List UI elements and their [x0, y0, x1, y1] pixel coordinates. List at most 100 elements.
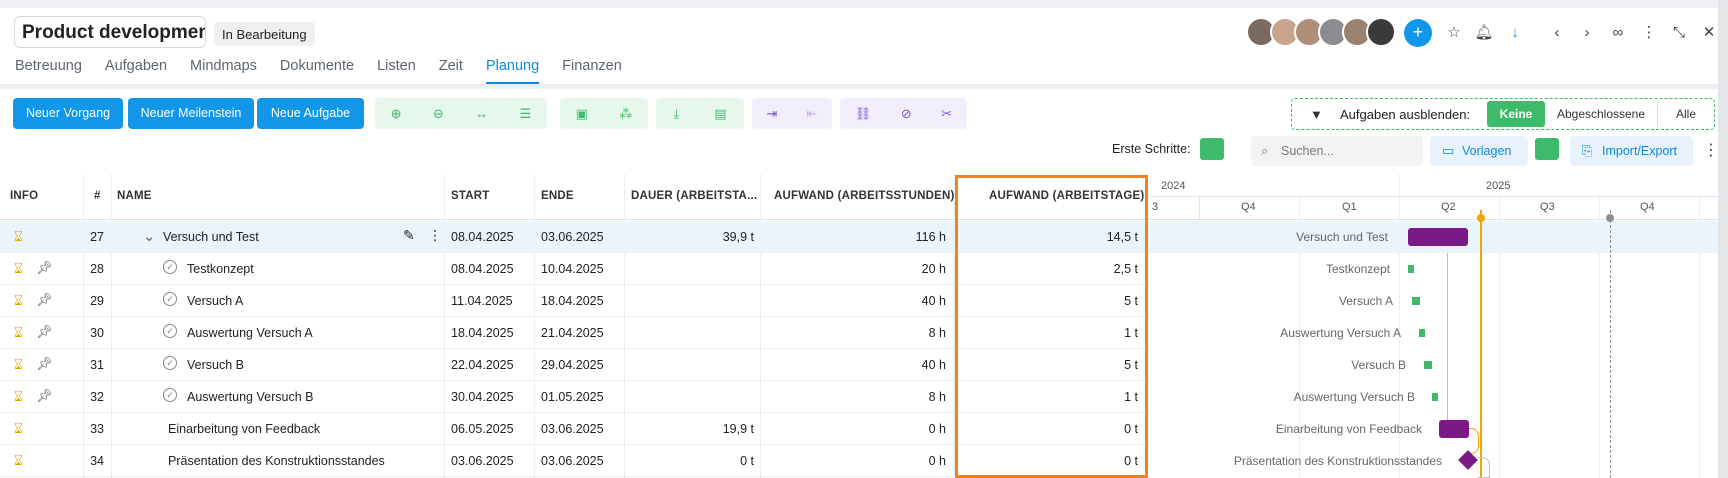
task-name[interactable]: Auswertung Versuch B: [187, 390, 313, 404]
start-date[interactable]: 11.04.2025: [451, 294, 513, 308]
clapperboard-icon[interactable]: [1200, 138, 1224, 160]
tab-aufgaben[interactable]: Aufgaben: [105, 58, 167, 84]
column-header-effort-hours[interactable]: AUFWAND (ARBEITSSTUNDEN): [774, 190, 954, 202]
network-icon[interactable]: ⁂: [619, 106, 632, 122]
effort-days-value[interactable]: 1 t: [954, 390, 1138, 404]
link-icon[interactable]: ∞: [1607, 22, 1629, 44]
column-header-end[interactable]: ENDE: [541, 190, 574, 202]
member-avatars[interactable]: [1246, 17, 1396, 47]
check-circle-icon[interactable]: ✓: [163, 292, 177, 306]
effort-hours-value[interactable]: 40 h: [760, 294, 946, 308]
task-name[interactable]: Präsentation des Konstruktionsstandes: [168, 454, 385, 468]
check-circle-icon[interactable]: ✓: [163, 388, 177, 402]
check-circle-icon[interactable]: ✓: [163, 324, 177, 338]
search-input[interactable]: [1281, 141, 1416, 161]
effort-days-value[interactable]: 0 t: [954, 454, 1138, 468]
duration-value[interactable]: 19,9 t: [624, 422, 754, 436]
table-row[interactable]: ⌛︎ 27 ⌄ Versuch und Test ✎ ⋮ 08.04.2025 …: [0, 221, 1150, 253]
tab-mindmaps[interactable]: Mindmaps: [190, 58, 257, 84]
new-process-button[interactable]: Neuer Vorgang: [13, 98, 123, 129]
more-options-icon[interactable]: ⋮: [1703, 140, 1719, 160]
import-export-button[interactable]: ⎘ Import/Export: [1570, 136, 1693, 166]
collapse-icon[interactable]: ⤡: [1668, 22, 1690, 44]
expand-icon[interactable]: ☰: [520, 106, 532, 122]
camera-icon[interactable]: ▣: [576, 106, 588, 122]
effort-days-value[interactable]: 14,5 t: [954, 230, 1138, 244]
project-title[interactable]: Product development D: [14, 16, 206, 48]
arrow-down-icon[interactable]: ↓: [1504, 22, 1526, 44]
end-date[interactable]: 10.04.2025: [541, 262, 604, 276]
end-date[interactable]: 18.04.2025: [541, 294, 604, 308]
duration-value[interactable]: 0 t: [624, 454, 754, 468]
pin-icon[interactable]: 📌︎: [36, 324, 53, 340]
check-circle-icon[interactable]: ✓: [163, 260, 177, 274]
outdent-icon[interactable]: ⇤: [807, 106, 818, 122]
column-header-number[interactable]: #: [94, 190, 101, 202]
end-date[interactable]: 03.06.2025: [541, 454, 604, 468]
gantt-task-bar[interactable]: [1419, 329, 1425, 337]
duration-value[interactable]: 39,9 t: [624, 230, 754, 244]
pin-icon[interactable]: 📌︎: [36, 388, 53, 404]
tab-dokumente[interactable]: Dokumente: [280, 58, 354, 84]
effort-days-value[interactable]: 0 t: [954, 422, 1138, 436]
table-row[interactable]: ⌛︎ 📌︎ 28 ✓ Testkonzept 08.04.2025 10.04.…: [0, 253, 1150, 285]
clapperboard-icon[interactable]: [1535, 138, 1559, 160]
gantt-summary-bar[interactable]: [1439, 420, 1469, 438]
effort-hours-value[interactable]: 8 h: [760, 390, 946, 404]
effort-hours-value[interactable]: 116 h: [760, 230, 946, 244]
end-date[interactable]: 03.06.2025: [541, 422, 604, 436]
check-circle-icon[interactable]: ✓: [163, 356, 177, 370]
task-name[interactable]: Testkonzept: [187, 262, 254, 276]
edit-icon[interactable]: ✎: [403, 227, 415, 244]
chevron-right-icon[interactable]: ›: [1576, 22, 1598, 44]
unlink-icon[interactable]: ⊘: [901, 106, 912, 122]
remove-links-icon[interactable]: ✂: [941, 106, 952, 122]
star-icon[interactable]: ☆: [1443, 22, 1465, 44]
scrollbar-gutter[interactable]: [1718, 0, 1728, 478]
start-date[interactable]: 06.05.2025: [451, 422, 514, 436]
effort-days-value[interactable]: 5 t: [954, 294, 1138, 308]
gantt-task-bar[interactable]: [1408, 265, 1414, 273]
pin-icon[interactable]: 📌︎: [36, 292, 53, 308]
expand-chevron-icon[interactable]: ⌄: [143, 227, 156, 245]
tab-finanzen[interactable]: Finanzen: [562, 58, 622, 84]
start-date[interactable]: 08.04.2025: [451, 262, 514, 276]
close-icon[interactable]: ✕: [1698, 22, 1720, 44]
table-icon[interactable]: ▤: [714, 106, 726, 122]
zoom-out-icon[interactable]: ⊖: [433, 106, 444, 122]
filter-option-all[interactable]: Alle: [1658, 101, 1714, 127]
task-name[interactable]: Versuch B: [187, 358, 244, 372]
end-date[interactable]: 03.06.2025: [541, 230, 604, 244]
start-date[interactable]: 18.04.2025: [451, 326, 514, 340]
effort-days-value[interactable]: 2,5 t: [954, 262, 1138, 276]
avatar[interactable]: [1366, 17, 1396, 47]
filter-option-none[interactable]: Keine: [1487, 101, 1545, 127]
effort-hours-value[interactable]: 0 h: [760, 422, 946, 436]
column-header-duration[interactable]: DAUER (ARBEITSTA...: [631, 190, 757, 202]
templates-button[interactable]: ▭ Vorlagen: [1430, 136, 1528, 166]
effort-hours-value[interactable]: 0 h: [760, 454, 946, 468]
table-row[interactable]: ⌛︎ 📌︎ 32 ✓ Auswertung Versuch B 30.04.20…: [0, 381, 1150, 413]
tab-planung[interactable]: Planung: [485, 58, 540, 84]
download-icon[interactable]: ⤓: [673, 106, 679, 122]
new-milestone-button[interactable]: Neuer Meilenstein: [128, 98, 254, 129]
column-header-name[interactable]: NAME: [117, 190, 152, 202]
effort-days-value[interactable]: 1 t: [954, 326, 1138, 340]
table-row[interactable]: ⌛︎ 34 Präsentation des Konstruktionsstan…: [0, 445, 1150, 477]
fit-width-icon[interactable]: ↔: [475, 106, 488, 121]
start-date[interactable]: 03.06.2025: [451, 454, 514, 468]
new-task-button[interactable]: Neue Aufgabe: [257, 98, 364, 129]
tab-betreuung[interactable]: Betreuung: [15, 58, 82, 84]
search-box[interactable]: ⌕: [1251, 136, 1423, 166]
zoom-in-icon[interactable]: ⊕: [391, 106, 402, 122]
table-row[interactable]: ⌛︎ 33 Einarbeitung von Feedback 06.05.20…: [0, 413, 1150, 445]
task-name[interactable]: Versuch A: [187, 294, 243, 308]
end-date[interactable]: 29.04.2025: [541, 358, 604, 372]
task-name[interactable]: Einarbeitung von Feedback: [168, 422, 320, 436]
gantt-milestone-diamond[interactable]: [1458, 450, 1478, 470]
add-member-button[interactable]: +: [1404, 19, 1432, 47]
effort-hours-value[interactable]: 8 h: [760, 326, 946, 340]
task-name[interactable]: Auswertung Versuch A: [187, 326, 313, 340]
filter-option-completed[interactable]: Abgeschlossene: [1545, 101, 1657, 127]
gantt-task-bar[interactable]: [1424, 361, 1432, 369]
